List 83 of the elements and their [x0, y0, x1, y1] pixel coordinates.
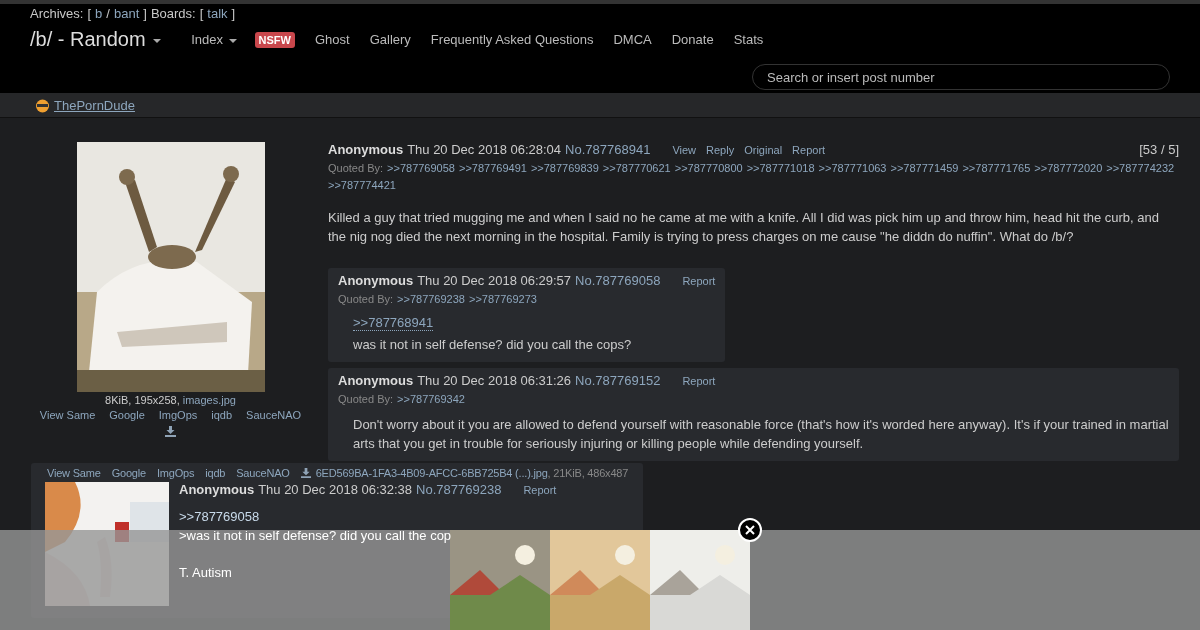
quoted-by-label: Quoted By:	[338, 393, 394, 405]
image-search-link[interactable]: ImgOps	[158, 409, 198, 421]
post-number[interactable]: No.787769058	[575, 273, 661, 288]
backlink[interactable]: >>787771765	[962, 162, 1031, 174]
bracket: ]	[143, 6, 147, 21]
post-date: Thu 20 Dec 2018 06:31:26	[417, 373, 572, 388]
nav-link[interactable]: Ghost	[315, 32, 350, 47]
file-link[interactable]: 6ED569BA-1FA3-4B09-AFCC-6BB725B4 (...).jpg	[315, 467, 548, 479]
close-icon	[745, 525, 755, 535]
close-button[interactable]	[738, 518, 762, 542]
image-search-link[interactable]: SauceNAO	[246, 409, 302, 421]
report-link[interactable]: Report	[523, 484, 557, 496]
bracket: [	[87, 6, 92, 21]
post-text: T. Autism	[179, 565, 233, 580]
backlink[interactable]: >>787769342	[397, 393, 465, 405]
backlink[interactable]: >>787769238	[397, 293, 465, 305]
report-link[interactable]: Report	[682, 375, 716, 387]
image-search-link[interactable]: SauceNAO	[236, 467, 290, 479]
sponsor-link[interactable]: ThePornDude	[54, 97, 135, 113]
file-info: 8KiB, 195x258,	[105, 394, 180, 406]
report-link[interactable]: Report	[682, 275, 716, 287]
archive-link[interactable]: bant	[113, 6, 140, 21]
backlink[interactable]: >>787771018	[746, 162, 815, 174]
bracket: [	[199, 6, 204, 21]
backlink[interactable]: >>787771063	[818, 162, 887, 174]
quoted-by-label: Quoted By:	[328, 162, 384, 174]
download-icon[interactable]	[300, 468, 311, 478]
image-search-link[interactable]: Google	[111, 467, 146, 479]
backlink[interactable]: >>787770800	[674, 162, 743, 174]
image-search-link[interactable]: iqdb	[211, 409, 233, 421]
image-search-link[interactable]: View Same	[47, 467, 101, 479]
backlink[interactable]: >>787771459	[890, 162, 959, 174]
post-date: Thu 20 Dec 2018 06:29:57	[417, 273, 572, 288]
search-field[interactable]: Search or insert post number	[752, 64, 1170, 90]
post-action-link[interactable]: Reply	[706, 144, 735, 156]
separator: /	[106, 6, 110, 21]
post-number[interactable]: No.787769238	[416, 482, 502, 497]
board-title[interactable]: /b/ - Random	[30, 28, 162, 51]
image-search-link[interactable]: View Same	[39, 409, 96, 421]
download-icon[interactable]	[165, 426, 176, 437]
poster-name: Anonymous	[328, 142, 404, 157]
backlink[interactable]: >>787774421	[328, 179, 396, 191]
post-date: Thu 20 Dec 2018 06:32:38	[258, 482, 413, 497]
nav-link[interactable]: Gallery	[369, 32, 411, 47]
boards-label: Boards:	[150, 6, 196, 21]
file-link[interactable]: images.jpg	[182, 394, 236, 406]
backlink[interactable]: >>787772020	[1034, 162, 1103, 174]
board-link[interactable]: talk	[207, 6, 228, 21]
backlink[interactable]: >>787769058	[387, 162, 455, 174]
poster-name: Anonymous	[338, 373, 414, 388]
nav-link[interactable]: Frequently Asked Questions	[430, 32, 594, 47]
quote-link[interactable]: >>787768941	[353, 315, 434, 331]
reply-count: [53 / 5]	[1139, 142, 1179, 157]
image-search-link[interactable]: ImgOps	[156, 467, 195, 479]
post-number[interactable]: No.787769152	[575, 373, 661, 388]
nav-link[interactable]: Donate	[671, 32, 714, 47]
backlink[interactable]: >>787769839	[530, 162, 599, 174]
archive-link[interactable]: b	[95, 6, 103, 21]
post-action-link[interactable]: View	[672, 144, 697, 156]
nsfw-badge: NSFW	[254, 31, 295, 48]
nav-dropdown[interactable]: Index	[191, 32, 237, 47]
quote-link[interactable]: >>787769058	[179, 509, 557, 524]
archives-label: Archives:	[30, 6, 84, 21]
bracket: ]	[231, 6, 236, 21]
nav-link[interactable]: DMCA	[613, 32, 652, 47]
post-text: was it not in self defense? did you call the cops?	[353, 336, 633, 354]
quote-text: >was it not in self defense? did you call the cop	[179, 528, 453, 543]
post-action-link[interactable]: Report	[792, 144, 826, 156]
backlink[interactable]: >>787769273	[468, 293, 537, 305]
poster-name: Anonymous	[338, 273, 414, 288]
poster-name: Anonymous	[179, 482, 255, 497]
image-search-link[interactable]: Google	[109, 409, 145, 421]
quoted-by-label: Quoted By:	[338, 293, 394, 305]
backlink[interactable]: >>787769491	[458, 162, 527, 174]
post-action-link[interactable]: Original	[744, 144, 783, 156]
post-date: Thu 20 Dec 2018 06:28:04	[407, 142, 562, 157]
post-text: Killed a guy that tried mugging me and when I said no he came at me with a knife. All I did was pick him up and throw him, head hit the curb, and the nig nog died the next morning in the hospital. Family is trying to press charges on me cause "he diddn do nuffin". What do /b/?	[328, 209, 1161, 246]
backlink[interactable]: >>787770621	[602, 162, 671, 174]
nav-link[interactable]: Stats	[733, 32, 764, 47]
post-text: Don't worry about it you are allowed to defend yourself with reasonable force (that's how it's worded here anyway). It's if your trained in martial arts that you get in trouble for seriously injuring or killing people while defending yourself.	[353, 416, 1169, 453]
post-number[interactable]: No.787768941	[565, 142, 651, 157]
backlink[interactable]: >>787774232	[1106, 162, 1175, 174]
image-search-link[interactable]: iqdb	[205, 467, 226, 479]
